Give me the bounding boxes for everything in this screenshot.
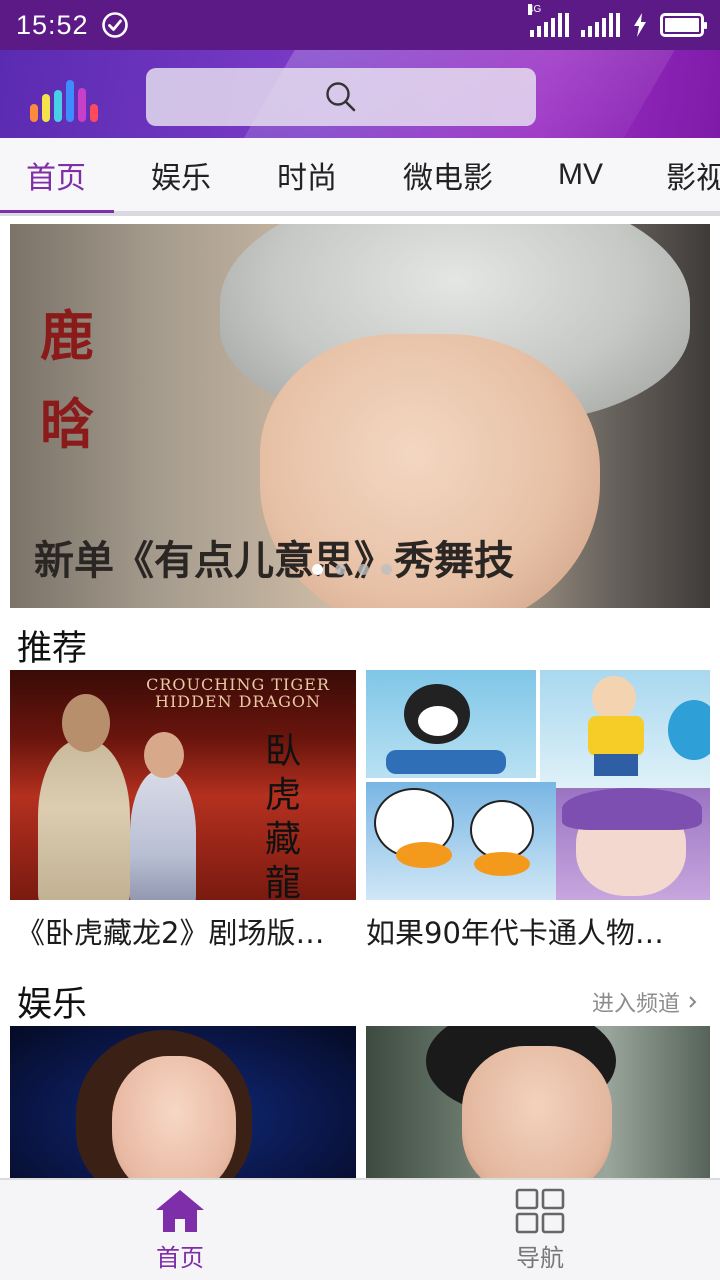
nav-label: 导航 — [516, 1243, 564, 1272]
signal-icon — [581, 13, 620, 37]
chevron-right-icon — [689, 996, 697, 1008]
video-thumbnail-cartoons[interactable] — [366, 670, 710, 900]
home-icon — [156, 1189, 204, 1232]
section-title-recommend: 推荐 — [17, 629, 88, 669]
status-icons: 4G — [528, 4, 707, 37]
tab-entertainment[interactable]: 娱乐 — [151, 138, 211, 211]
poster-figure-head — [144, 732, 184, 778]
video-thumbnail-crouching-tiger[interactable]: CROUCHING TIGER HIDDEN DRAGON 臥虎藏龍 — [10, 670, 356, 900]
section-title-entertainment: 娱乐 — [17, 985, 88, 1025]
active-tab-indicator — [0, 210, 114, 213]
check-circle-icon — [101, 12, 128, 38]
cartoon-panel-girl — [556, 788, 710, 900]
poster-title-en: CROUCHING TIGER HIDDEN DRAGON — [146, 675, 330, 711]
poster-figure — [130, 770, 196, 900]
tab-fashion[interactable]: 时尚 — [277, 138, 337, 211]
tab-micro-film[interactable]: 微电影 — [403, 138, 493, 211]
nav-home[interactable]: 首页 — [0, 1180, 360, 1280]
search-input[interactable] — [146, 68, 536, 126]
poster-title-cn: 臥虎藏龍 — [264, 731, 301, 900]
video-caption[interactable]: 如果90年代卡通人物… — [366, 910, 712, 952]
thumb-figure-face — [462, 1046, 612, 1178]
banner-caption: 新单《有点儿意思》秀舞技 — [34, 537, 514, 584]
network-type-label: 4G — [528, 4, 542, 15]
app-header — [0, 50, 720, 138]
grid-icon — [515, 1188, 565, 1233]
carousel-indicator — [312, 564, 392, 575]
cartoon-panel-doraemon — [540, 670, 710, 788]
carousel-dot[interactable] — [358, 564, 369, 575]
carousel-dot[interactable] — [381, 564, 392, 575]
hero-banner[interactable]: 鹿晗 新单《有点儿意思》秀舞技 — [10, 224, 710, 608]
bottom-navigation: 首页 导航 — [0, 1178, 720, 1280]
poster-figure-head — [62, 694, 110, 752]
banner-vertical-title: 鹿晗 — [40, 304, 94, 456]
carousel-dot[interactable] — [312, 564, 323, 575]
category-tabs: 首页 娱乐 时尚 微电影 MV 影视 — [0, 138, 720, 216]
cartoon-panel-ducks — [366, 782, 556, 900]
signal-4g-icon: 4G — [528, 4, 569, 37]
thumb-figure-face — [112, 1056, 236, 1178]
search-box[interactable] — [146, 68, 536, 126]
enter-channel-link[interactable]: 进入频道 — [592, 986, 698, 1018]
nav-navigation[interactable]: 导航 — [360, 1180, 720, 1280]
carousel-dot[interactable] — [335, 564, 346, 575]
nav-label: 首页 — [156, 1243, 204, 1272]
video-caption[interactable]: 《卧虎藏龙2》剧场版… — [16, 910, 362, 952]
status-bar: 15:52 4G — [0, 0, 720, 50]
enter-channel-label: 进入频道 — [591, 992, 680, 1017]
tab-film-tv[interactable]: 影视 — [666, 138, 720, 211]
tab-mv[interactable]: MV — [558, 138, 603, 211]
video-thumbnail-entertainment-1[interactable] — [10, 1026, 356, 1178]
cartoon-panel-cat — [366, 670, 536, 778]
poster-figure — [38, 740, 130, 900]
video-thumbnail-entertainment-2[interactable] — [366, 1026, 710, 1178]
tab-home[interactable]: 首页 — [26, 138, 86, 211]
charging-icon — [634, 13, 646, 37]
battery-icon — [660, 13, 707, 37]
equalizer-bars-icon[interactable] — [28, 80, 102, 124]
status-time: 15:52 — [16, 9, 89, 40]
battery-fill — [665, 18, 699, 32]
